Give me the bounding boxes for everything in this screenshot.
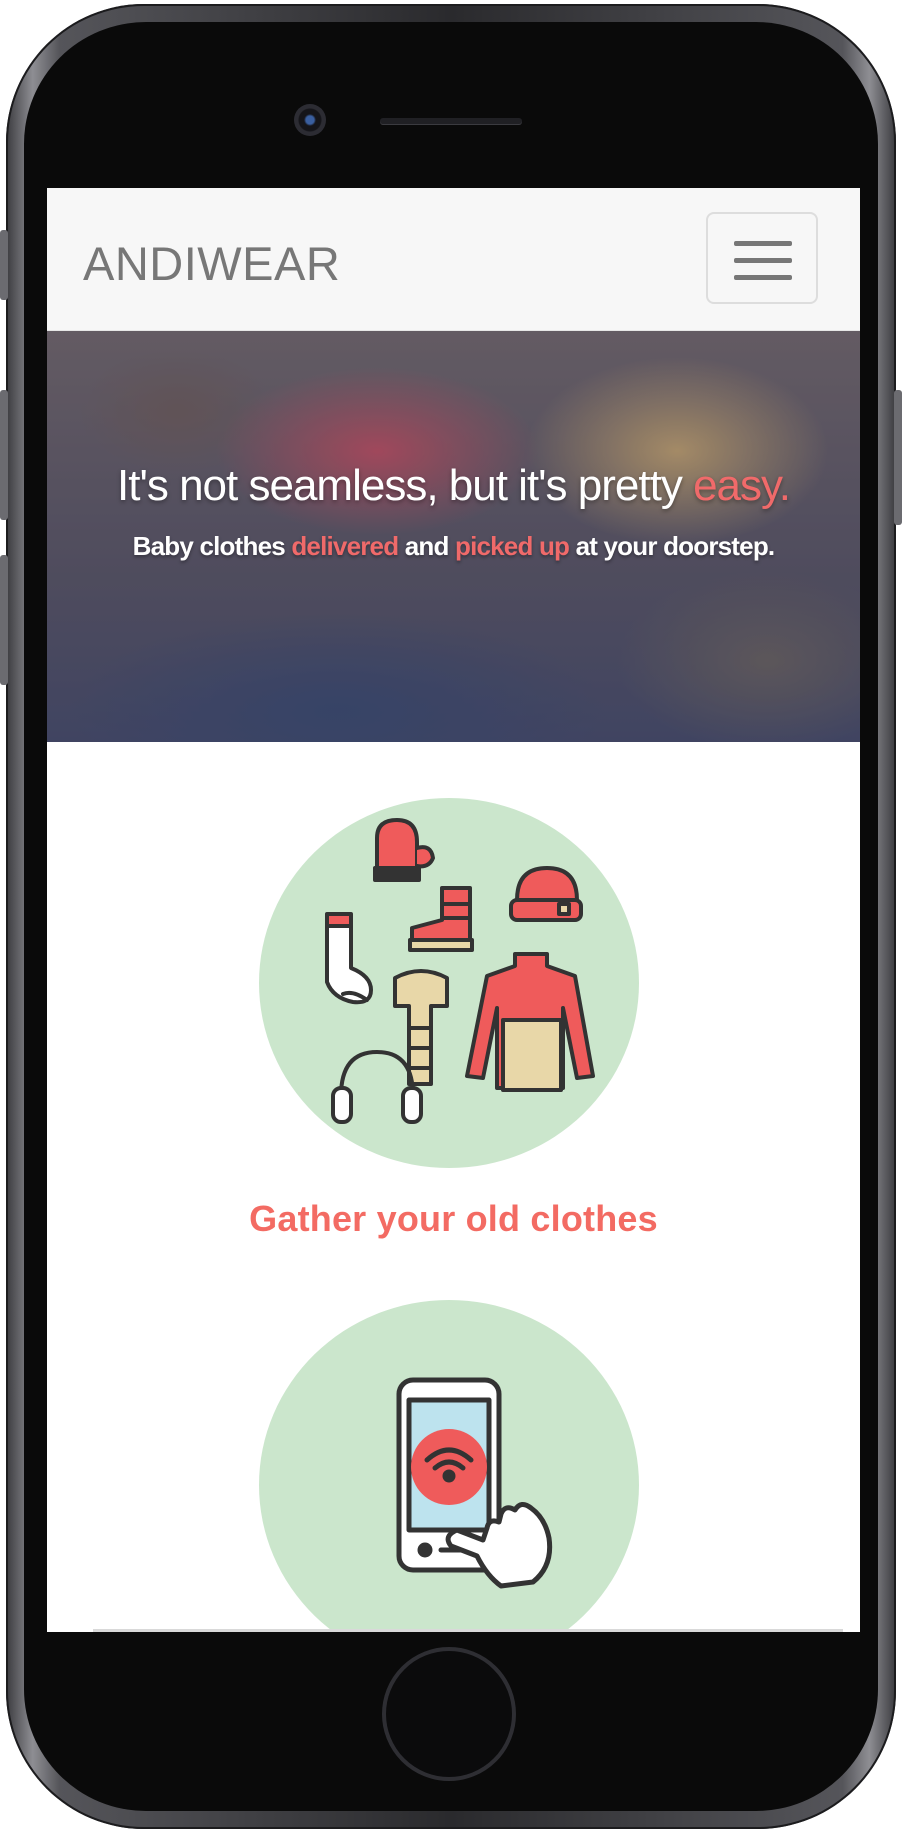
- front-camera: [294, 104, 326, 136]
- hero-title-accent: easy.: [693, 461, 791, 510]
- page-divider: [93, 1629, 843, 1632]
- volume-up-button: [0, 390, 8, 520]
- volume-down-button: [0, 555, 8, 685]
- step-1-caption: Gather your old clothes: [249, 1198, 658, 1239]
- hero-subtitle-accent: delivered: [291, 531, 399, 561]
- step-2-circle: [259, 1300, 639, 1632]
- hamburger-icon: [734, 241, 792, 246]
- hero-subtitle-text: and: [398, 531, 455, 561]
- hero-subtitle: Baby clothes delivered and picked up at …: [47, 531, 860, 562]
- brand-logo[interactable]: ANDIWEAR: [83, 236, 340, 291]
- step-1-circle: [259, 798, 639, 1168]
- power-button: [894, 390, 902, 525]
- hero-title: It's not seamless, but it's pretty easy.: [47, 461, 860, 511]
- hamburger-icon: [734, 275, 792, 280]
- earpiece-speaker: [380, 118, 522, 124]
- clothes-icon: [325, 818, 595, 1124]
- hero-subtitle-text: Baby clothes: [132, 531, 292, 561]
- phone-screen: ANDIWEAR It's not seamless, but it's pre…: [47, 188, 860, 1632]
- home-button[interactable]: [382, 1647, 516, 1781]
- hero-subtitle-accent: picked up: [454, 531, 570, 561]
- mute-switch: [0, 230, 8, 300]
- hero-banner: It's not seamless, but it's pretty easy.…: [47, 331, 860, 742]
- hamburger-menu-button[interactable]: [706, 212, 818, 304]
- navbar: ANDIWEAR: [47, 188, 860, 331]
- hero-title-text: It's not seamless, but it's pretty: [117, 461, 694, 510]
- hero-subtitle-text: at your doorstep.: [569, 531, 776, 561]
- hamburger-icon: [734, 258, 792, 263]
- phone-tap-icon: [396, 1377, 553, 1589]
